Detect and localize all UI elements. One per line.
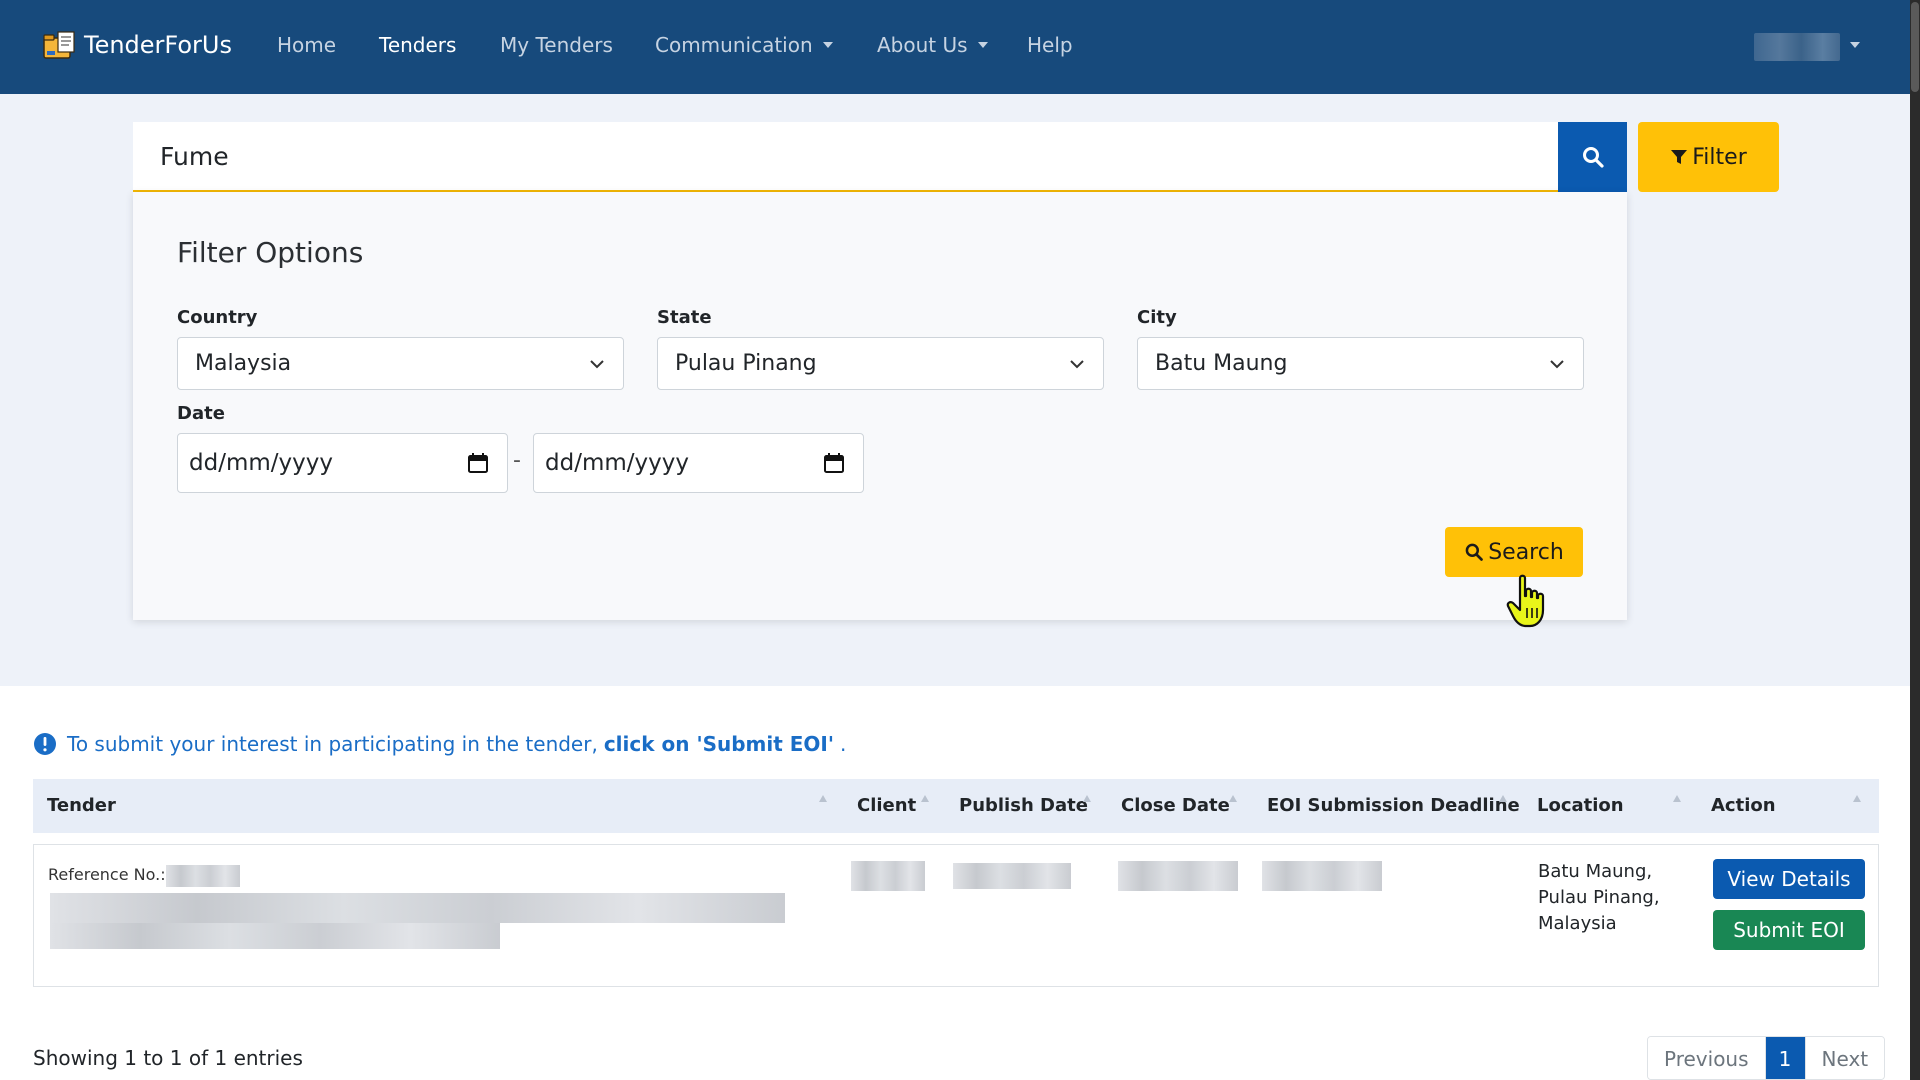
pagination-page-1[interactable]: 1 [1764,1037,1805,1079]
search-icon [1582,147,1604,168]
exclamation-circle-icon [34,733,56,755]
filter-options-title: Filter Options [177,236,364,269]
city-select[interactable]: Batu Maung [1137,337,1584,390]
nav-tenders[interactable]: Tenders [379,33,456,57]
nav-my-tenders[interactable]: My Tenders [500,33,613,57]
caret-down-icon [1850,42,1860,48]
nav-about-us-label: About Us [877,33,968,57]
nav-communication[interactable]: Communication [655,33,833,57]
state-select-value: Pulau Pinang [675,351,817,376]
entries-info: Showing 1 to 1 of 1 entries [33,1046,303,1070]
country-select-value: Malaysia [195,351,292,376]
vertical-scrollbar[interactable] [1910,0,1920,1080]
country-select[interactable]: Malaysia [177,337,624,390]
tender-title-redacted-line2 [50,923,500,949]
tender-title-redacted[interactable] [50,893,785,923]
nav-help[interactable]: Help [1027,33,1073,57]
search-icon-button[interactable] [1558,122,1627,192]
th-client[interactable]: Client [857,795,916,816]
pagination-next[interactable]: Next [1804,1037,1885,1079]
info-tail: . [839,732,847,756]
state-select[interactable]: Pulau Pinang [657,337,1104,390]
filter-options-panel: Filter Options Country Malaysia State Pu… [133,192,1627,620]
nav-communication-label: Communication [655,33,813,57]
view-details-button[interactable]: View Details [1713,859,1865,899]
filter-button[interactable]: Filter [1638,122,1779,192]
sort-arrow-icon[interactable] [921,795,929,802]
th-tender[interactable]: Tender [47,795,116,816]
date-to-input[interactable]: dd/mm/yyyy [533,433,864,493]
th-publish-date[interactable]: Publish Date [959,795,1088,816]
caret-down-icon [977,41,988,48]
chevron-down-icon [1070,360,1084,369]
state-label: State [657,307,712,328]
sort-arrow-icon[interactable] [1673,795,1681,802]
folder-logo-icon [42,30,76,60]
city-select-value: Batu Maung [1155,351,1288,376]
pagination: Previous 1 Next [1647,1036,1886,1080]
eoi-info-message: To submit your interest in participating… [33,732,846,756]
nav-about-us[interactable]: About Us [877,33,988,57]
client-redacted [851,861,925,891]
top-navbar: TenderForUs Home Tenders My Tenders Comm… [0,0,1910,94]
sort-arrow-icon[interactable] [1083,795,1091,802]
sort-arrow-icon[interactable] [1229,795,1237,802]
reference-label: Reference No.: [48,865,166,884]
search-icon [1465,543,1484,561]
sort-arrow-icon[interactable] [1499,795,1507,802]
search-input[interactable] [133,122,1558,192]
date-from-input[interactable]: dd/mm/yyyy [177,433,508,493]
submit-eoi-button[interactable]: Submit EOI [1713,910,1865,950]
calendar-icon[interactable] [823,452,845,474]
date-range-separator: - [513,448,521,473]
scrollbar-thumb[interactable] [1911,2,1919,92]
date-from-placeholder: dd/mm/yyyy [189,450,333,476]
th-action[interactable]: Action [1711,795,1776,816]
info-emphasis: click on 'Submit EOI' [603,732,834,756]
th-close-date[interactable]: Close Date [1121,795,1230,816]
sort-arrow-icon[interactable] [819,795,827,802]
caret-down-icon [822,41,833,48]
location-state: Pulau Pinang, [1538,887,1660,908]
location-city: Batu Maung, [1538,861,1653,882]
user-name-redacted [1754,33,1840,61]
location-cell: Batu Maung, Pulau Pinang, Malaysia [1538,859,1660,937]
calendar-icon[interactable] [467,452,489,474]
user-menu[interactable] [1754,33,1860,61]
date-label: Date [177,403,225,424]
country-label: Country [177,307,258,328]
publish-date-redacted [953,863,1071,889]
chevron-down-icon [1550,360,1564,369]
date-to-placeholder: dd/mm/yyyy [545,450,689,476]
filter-icon [1671,150,1688,164]
close-date-redacted [1118,861,1238,891]
sort-arrow-icon[interactable] [1853,795,1861,802]
eoi-deadline-redacted [1262,861,1382,891]
pagination-previous[interactable]: Previous [1648,1037,1765,1079]
chevron-down-icon [590,360,604,369]
th-eoi-deadline[interactable]: EOI Submission Deadline [1267,795,1520,816]
table-row: Reference No.: Batu Maung, Pulau Pinang,… [33,844,1879,987]
th-location[interactable]: Location [1537,795,1624,816]
tenders-table-header: Tender Client Publish Date Close Date EO… [33,779,1879,833]
brand-name: TenderForUs [84,31,232,59]
reference-number-redacted [166,865,240,887]
nav-home[interactable]: Home [277,33,336,57]
filter-button-label: Filter [1692,144,1747,170]
search-submit-label: Search [1488,539,1564,565]
brand[interactable]: TenderForUs [42,30,232,60]
city-label: City [1137,307,1177,328]
location-country: Malaysia [1538,913,1617,934]
search-submit-button[interactable]: Search [1445,527,1583,577]
info-text: To submit your interest in participating… [67,732,598,756]
hand-pointer-cursor-icon [1506,574,1545,628]
